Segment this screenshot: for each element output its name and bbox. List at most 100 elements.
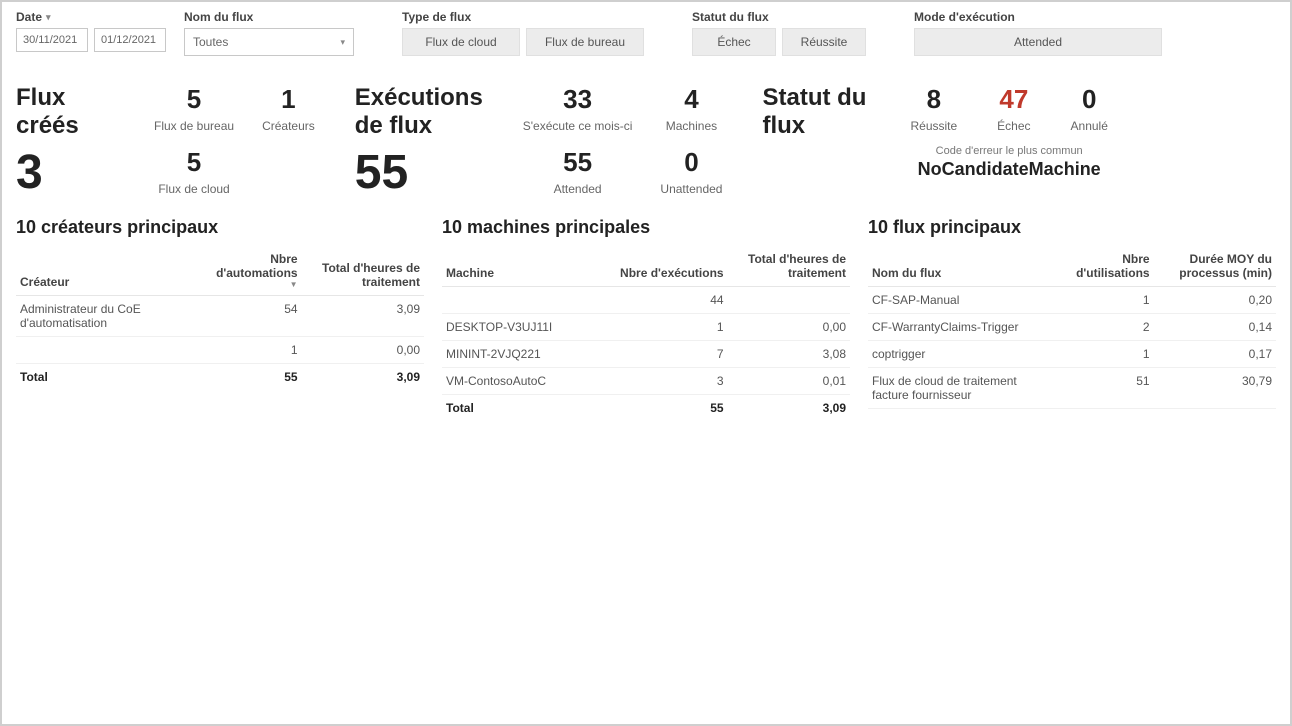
cell-machine: VM-ContosoAutoC — [442, 368, 613, 395]
flow-type-cloud-button[interactable]: Flux de cloud — [402, 28, 520, 56]
panel-flows: 10 flux principaux Nom du flux Nbre d'ut… — [868, 217, 1276, 710]
cell-total-label: Total — [16, 364, 187, 391]
cell-execs: 7 — [613, 341, 727, 368]
cell-flow: Flux de cloud de traitement facture four… — [868, 368, 1048, 409]
filter-exec-mode: Mode d'exécution Attended — [914, 10, 1162, 56]
kpi-created-total: 3 — [16, 149, 126, 197]
flow-status-fail-button[interactable]: Échec — [692, 28, 776, 56]
kpi-cloud-label: Flux de cloud — [158, 182, 229, 196]
kpi-cancel: 0 Annulé — [1071, 84, 1108, 133]
filter-bar: Date ▾ Nom du flux Toutes ▾ Type de flux… — [16, 10, 1276, 66]
kpi-creators-label: Créateurs — [262, 119, 315, 133]
col-uses[interactable]: Nbre d'utilisations — [1048, 246, 1154, 287]
cell-machine: DESKTOP-V3UJ11I — [442, 314, 613, 341]
table-row[interactable]: MININT-2VJQ221 7 3,08 — [442, 341, 850, 368]
chevron-down-icon: ▾ — [340, 37, 345, 48]
col-machine[interactable]: Machine — [442, 246, 613, 287]
kpi-desktop-label: Flux de bureau — [154, 119, 234, 133]
kpi-attended-label: Attended — [554, 182, 602, 196]
kpi-success-value: 8 — [927, 84, 941, 115]
cell-uses: 51 — [1048, 368, 1154, 409]
exec-mode-attended-button[interactable]: Attended — [914, 28, 1162, 56]
date-from-input[interactable] — [16, 28, 88, 52]
kpi-created-title: Flux créés — [16, 84, 126, 139]
table-total-row: Total 55 3,09 — [442, 395, 850, 422]
flow-name-select[interactable]: Toutes ▾ — [184, 28, 354, 56]
col-hours[interactable]: Total d'heures de traitement — [728, 246, 850, 287]
kpi-cancel-value: 0 — [1082, 84, 1096, 115]
kpi-month: 33 S'exécute ce mois-ci — [523, 84, 633, 133]
flow-name-selected: Toutes — [193, 35, 228, 49]
kpi-desktop-value: 5 — [187, 84, 201, 115]
table-total-row: Total 55 3,09 — [16, 364, 424, 391]
kpi-exec-sub2: 4 Machines 0 Unattended — [660, 84, 722, 197]
kpi-status: Statut du flux 8 Réussite 47 Échec 0 Ann… — [762, 84, 1107, 197]
table-row[interactable]: 1 0,00 — [16, 337, 424, 364]
cell-flow: coptrigger — [868, 341, 1048, 368]
cell-total-hours: 3,09 — [728, 395, 850, 422]
cell-duration: 0,20 — [1154, 287, 1276, 314]
kpi-exec-total: 55 — [355, 149, 495, 197]
filter-flow-name-label: Nom du flux — [184, 10, 354, 24]
cell-automations: 54 — [187, 296, 301, 337]
table-row[interactable]: VM-ContosoAutoC 3 0,01 — [442, 368, 850, 395]
kpi-fail: 47 Échec — [997, 84, 1030, 133]
col-duration[interactable]: Durée MOY du processus (min) — [1154, 246, 1276, 287]
kpi-desktop: 5 Flux de bureau — [154, 84, 234, 133]
cell-uses: 1 — [1048, 341, 1154, 368]
filter-date: Date ▾ — [16, 10, 166, 52]
cell-uses: 2 — [1048, 314, 1154, 341]
dashboard-page: Date ▾ Nom du flux Toutes ▾ Type de flux… — [0, 0, 1292, 726]
cell-hours: 3,09 — [302, 296, 424, 337]
filter-exec-mode-label: Mode d'exécution — [914, 10, 1162, 24]
table-row[interactable]: 44 — [442, 287, 850, 314]
flow-type-desktop-button[interactable]: Flux de bureau — [526, 28, 644, 56]
table-row[interactable]: DESKTOP-V3UJ11I 1 0,00 — [442, 314, 850, 341]
date-to-input[interactable] — [94, 28, 166, 52]
col-automations-text: Nbre d'automations — [216, 252, 298, 280]
table-row[interactable]: Administrateur du CoE d'automatisation 5… — [16, 296, 424, 337]
kpi-attended-value: 55 — [563, 147, 592, 178]
cell-execs: 3 — [613, 368, 727, 395]
kpi-status-main: Statut du flux — [762, 84, 882, 197]
cell-execs: 1 — [613, 314, 727, 341]
col-automations[interactable]: Nbre d'automations ▼ — [187, 246, 301, 296]
exec-mode-buttons: Attended — [914, 28, 1162, 56]
kpi-fail-value: 47 — [999, 84, 1028, 115]
kpi-exec: Exécutions de flux 55 33 S'exécute ce mo… — [355, 84, 723, 197]
kpi-created-sub: 5 Flux de bureau 5 Flux de cloud — [154, 84, 234, 197]
flow-status-success-button[interactable]: Réussite — [782, 28, 866, 56]
kpi-status-title: Statut du flux — [762, 84, 882, 139]
cell-machine: MININT-2VJQ221 — [442, 341, 613, 368]
col-creator[interactable]: Créateur — [16, 246, 187, 296]
filter-flow-name: Nom du flux Toutes ▾ — [184, 10, 354, 56]
kpi-created-main: Flux créés 3 — [16, 84, 126, 197]
kpi-cloud-value: 5 — [187, 147, 201, 178]
cell-hours: 0,01 — [728, 368, 850, 395]
table-row[interactable]: Flux de cloud de traitement facture four… — [868, 368, 1276, 409]
table-row[interactable]: coptrigger 1 0,17 — [868, 341, 1276, 368]
cell-hours: 0,00 — [302, 337, 424, 364]
cell-total-label: Total — [442, 395, 613, 422]
filter-flow-type-label: Type de flux — [402, 10, 644, 24]
kpi-cloud: 5 Flux de cloud — [154, 147, 234, 196]
cell-machine — [442, 287, 613, 314]
chevron-down-icon[interactable]: ▾ — [46, 12, 51, 23]
kpi-error-label: Code d'erreur le plus commun — [936, 145, 1083, 157]
col-hours[interactable]: Total d'heures de traitement — [302, 246, 424, 296]
table-creators: Créateur Nbre d'automations ▼ Total d'he… — [16, 246, 424, 390]
table-row[interactable]: CF-WarrantyClaims-Trigger 2 0,14 — [868, 314, 1276, 341]
cell-total-automations: 55 — [187, 364, 301, 391]
table-row[interactable]: CF-SAP-Manual 1 0,20 — [868, 287, 1276, 314]
kpi-machines-label: Machines — [666, 119, 717, 133]
cell-duration: 0,14 — [1154, 314, 1276, 341]
filter-flow-status: Statut du flux Échec Réussite — [692, 10, 866, 56]
filter-date-label: Date ▾ — [16, 10, 166, 24]
col-flow[interactable]: Nom du flux — [868, 246, 1048, 287]
panel-machines: 10 machines principales Machine Nbre d'e… — [442, 217, 850, 710]
col-execs[interactable]: Nbre d'exécutions — [613, 246, 727, 287]
filter-flow-type: Type de flux Flux de cloud Flux de burea… — [402, 10, 644, 56]
kpi-status-row: 8 Réussite 47 Échec 0 Annulé — [910, 84, 1107, 133]
kpi-success: 8 Réussite — [910, 84, 957, 133]
kpi-error-code: Code d'erreur le plus commun NoCandidate… — [918, 145, 1101, 180]
